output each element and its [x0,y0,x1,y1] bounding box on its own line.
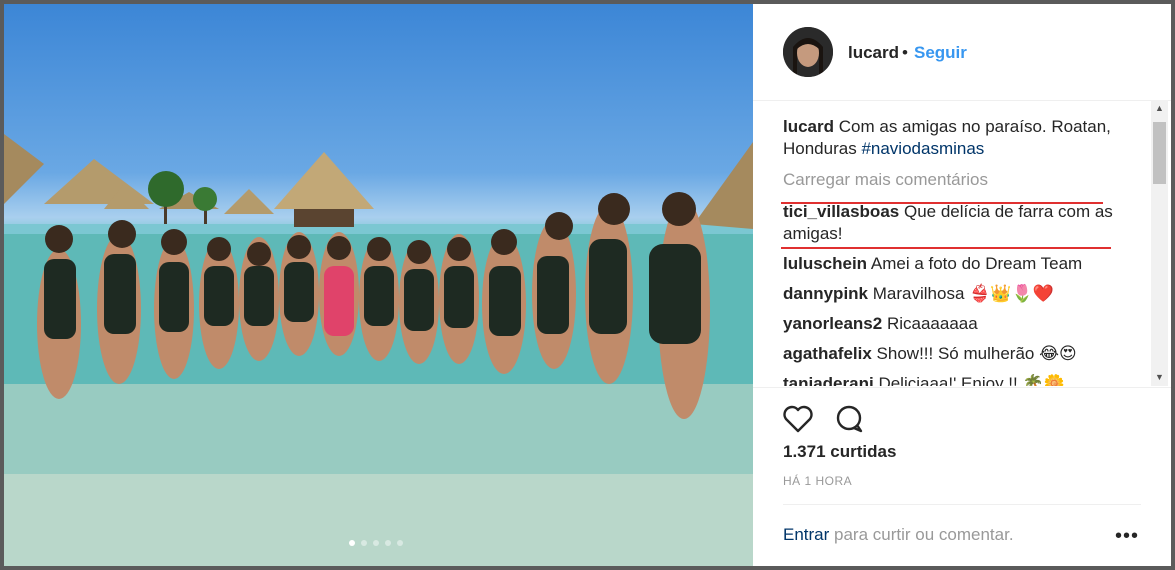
comment-item: luluschein Amei a foto do Dream Team [783,253,1143,275]
carousel-indicator[interactable] [349,540,403,546]
comment-text: Ricaaaaaaa [886,314,978,333]
comment-item: tici_villasboas Que delícia de farra com… [783,201,1143,245]
comment-text: Amei a foto do Dream Team [870,254,1083,273]
scroll-down-arrow-icon[interactable]: ▼ [1151,369,1168,386]
scroll-up-arrow-icon[interactable]: ▲ [1151,100,1168,117]
scrollbar-thumb[interactable] [1153,122,1166,184]
carousel-dot[interactable] [397,540,403,546]
header-username[interactable]: lucard [848,43,899,63]
login-bar: Entrar para curtir ou comentar. ••• [783,504,1141,567]
carousel-dot[interactable] [361,540,367,546]
comments-scrollbar[interactable]: ▲ ▼ [1151,100,1168,386]
avatar[interactable] [783,27,833,77]
post-photo[interactable] [4,4,753,566]
comment-username[interactable]: tici_villasboas [783,202,899,221]
beach-scene [4,134,753,566]
carousel-dot[interactable] [385,540,391,546]
separator-bullet: • [902,43,908,62]
caption: lucard Com as amigas no paraíso. Roatan,… [783,116,1143,160]
comment-item: taniaderani Deliciaaa!' Enjoy !! 🌴🌼 [783,373,1143,386]
post-frame: lucard • Seguir lucard Com as amigas no … [0,0,1175,570]
post-side-panel: lucard • Seguir lucard Com as amigas no … [753,4,1171,566]
comment-text: Show!!! Só mulherão 😂😍 [876,344,1077,363]
login-link[interactable]: Entrar [783,525,829,544]
caption-username[interactable]: lucard [783,117,834,136]
carousel-dot[interactable] [373,540,379,546]
comment-bubble-icon[interactable] [832,402,866,436]
comment-item: dannypink Maravilhosa 👙👑🌷❤️ [783,283,1143,305]
comment-item: agathafelix Show!!! Só mulherão 😂😍 [783,343,1143,365]
annotation-underline [781,247,1111,249]
login-prompt-text: para curtir ou comentar. [829,525,1014,544]
post-header: lucard • Seguir [753,4,1171,101]
likes-count[interactable]: 1.371 curtidas [783,442,896,462]
comments-list[interactable]: lucard Com as amigas no paraíso. Roatan,… [783,116,1143,386]
comment-username[interactable]: agathafelix [783,344,872,363]
comment-text: Maravilhosa 👙👑🌷❤️ [872,284,1054,303]
load-more-comments-link[interactable]: Carregar mais comentários [783,169,1143,191]
follow-button[interactable]: Seguir [914,43,967,63]
post-timestamp[interactable]: HÁ 1 HORA [783,474,852,488]
annotation-underline [781,202,1103,204]
login-prompt: Entrar para curtir ou comentar. [783,525,1014,545]
comment-item: yanorleans2 Ricaaaaaaa [783,313,1143,335]
more-options-icon[interactable]: ••• [1115,525,1139,548]
comment-username[interactable]: yanorleans2 [783,314,882,333]
like-heart-icon[interactable] [781,402,815,436]
comment-username[interactable]: dannypink [783,284,868,303]
carousel-dot[interactable] [349,540,355,546]
comment-username[interactable]: luluschein [783,254,867,273]
comment-text: Deliciaaa!' Enjoy !! 🌴🌼 [878,374,1065,386]
avatar-image [783,27,833,77]
comment-username[interactable]: taniaderani [783,374,874,386]
post-actions [753,387,1171,433]
caption-hashtag[interactable]: #naviodasminas [861,139,984,158]
